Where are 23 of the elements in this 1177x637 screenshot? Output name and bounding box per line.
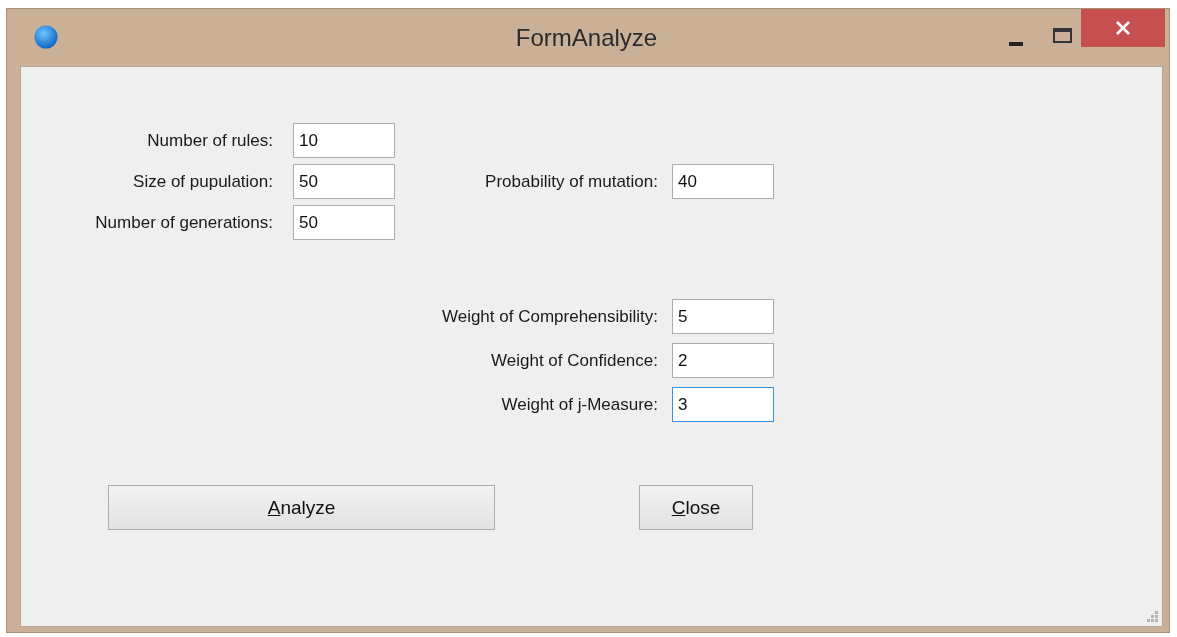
text-field[interactable]: 40 <box>672 164 774 199</box>
resize-grip-icon[interactable] <box>1145 609 1159 623</box>
field-label: Weight of Confidence: <box>491 350 658 371</box>
text-field[interactable]: 50 <box>293 164 395 199</box>
close-form-button[interactable]: Close <box>639 485 753 530</box>
field-label: Probability of mutation: <box>485 171 658 192</box>
globe-icon <box>33 24 59 50</box>
analyze-button[interactable]: Analyze <box>108 485 495 530</box>
window-title: FormAnalyze <box>515 23 658 52</box>
close-button[interactable] <box>1081 9 1165 47</box>
text-field[interactable]: 50 <box>293 205 395 240</box>
text-field[interactable]: 10 <box>293 123 395 158</box>
close-icon <box>1116 21 1130 35</box>
field-label: Number of rules: <box>147 130 273 151</box>
field-label: Number of generations: <box>95 212 273 233</box>
minimize-icon <box>1009 42 1023 46</box>
field-label: Weight of j-Measure: <box>501 394 658 415</box>
text-field[interactable]: 3 <box>672 387 774 422</box>
field-label: Weight of Comprehensibility: <box>441 306 658 327</box>
maximize-icon <box>1052 27 1072 43</box>
text-field[interactable]: 5 <box>672 299 774 334</box>
text-field[interactable]: 2 <box>672 343 774 378</box>
field-label: Size of pupulation: <box>133 171 273 192</box>
